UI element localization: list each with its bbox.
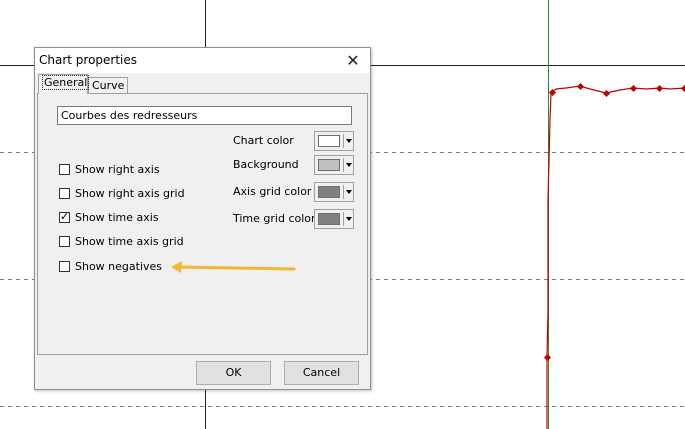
dropdown-separator xyxy=(343,212,344,226)
chart-point xyxy=(576,82,585,91)
axis-grid-color-swatch xyxy=(318,186,340,198)
checkbox-box[interactable] xyxy=(59,210,70,223)
cancel-button[interactable]: Cancel xyxy=(284,361,359,385)
checkbox-label: Show negatives xyxy=(75,260,163,273)
checkbox-label: Show right axis grid xyxy=(75,187,185,200)
chart-curve xyxy=(546,85,685,429)
chart-points xyxy=(543,82,685,362)
chart-point xyxy=(543,353,552,362)
chart-color-label: Chart color xyxy=(233,134,294,147)
chart-point xyxy=(629,84,638,93)
background-color-picker[interactable] xyxy=(314,155,354,175)
chart-point xyxy=(602,89,611,98)
checkbox-box[interactable] xyxy=(59,164,70,175)
background-color-label: Background xyxy=(233,158,299,171)
checkbox-label: Show right axis xyxy=(75,163,160,176)
chevron-down-icon xyxy=(346,217,352,221)
axis-grid-color-label: Axis grid color xyxy=(233,185,312,198)
close-icon: ✕ xyxy=(346,51,360,70)
checkbox-box[interactable] xyxy=(59,261,70,272)
axis-grid-color-picker[interactable] xyxy=(314,182,354,202)
chart-name-input[interactable]: Courbes des redresseurs xyxy=(57,106,352,125)
time-grid-color-picker[interactable] xyxy=(314,209,354,229)
chevron-down-icon xyxy=(346,190,352,194)
checkbox-box[interactable] xyxy=(59,188,70,199)
chart-color-swatch xyxy=(318,135,340,147)
close-button[interactable]: ✕ xyxy=(336,48,370,73)
dropdown-separator xyxy=(343,134,344,148)
dropdown-separator xyxy=(343,158,344,172)
chart-color-picker[interactable] xyxy=(314,131,354,151)
tab-curve[interactable]: Curve xyxy=(88,77,128,94)
general-tab-panel: Courbes des redresseurs Chart color Back… xyxy=(37,93,368,355)
chart-point xyxy=(655,84,664,93)
checkbox-label: Show time axis xyxy=(75,211,159,224)
time-grid-color-swatch xyxy=(318,213,340,225)
tab-curve-label: Curve xyxy=(92,79,125,92)
chart-properties-dialog: Chart properties ✕ General Curve Courbes… xyxy=(34,47,371,390)
annotation-arrow-icon xyxy=(171,261,296,273)
time-grid-color-label: Time grid color xyxy=(233,212,316,225)
dropdown-separator xyxy=(343,185,344,199)
ok-button[interactable]: OK xyxy=(196,361,271,385)
dialog-titlebar[interactable]: Chart properties ✕ xyxy=(35,48,370,73)
background-color-swatch xyxy=(318,159,340,171)
checkbox-label: Show time axis grid xyxy=(75,235,184,248)
chevron-down-icon xyxy=(346,163,352,167)
chart-point xyxy=(680,84,685,93)
checkbox-box[interactable] xyxy=(59,236,70,247)
dialog-title: Chart properties xyxy=(39,53,138,67)
chevron-down-icon xyxy=(346,139,352,143)
tab-general[interactable]: General xyxy=(38,74,90,94)
tab-general-label: General xyxy=(42,75,90,90)
